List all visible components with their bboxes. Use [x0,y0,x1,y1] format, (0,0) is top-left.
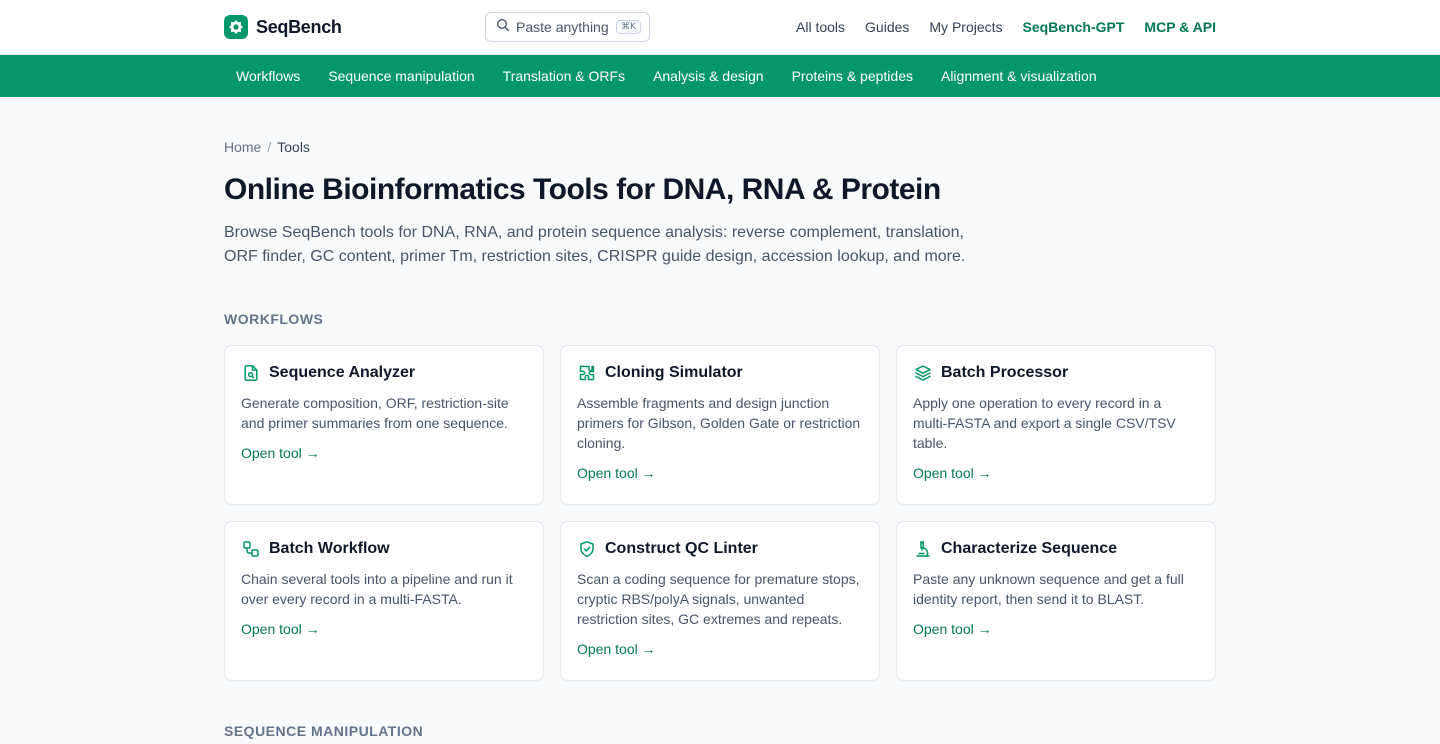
card-title: Batch Workflow [269,540,390,557]
card-title: Construct QC Linter [605,540,758,557]
tool-card-sequence-analyzer[interactable]: Sequence Analyzer Generate composition, … [224,345,544,505]
nav-seqbench-gpt[interactable]: SeqBench-GPT [1023,19,1125,35]
category-analysis-design[interactable]: Analysis & design [653,68,764,84]
file-search-icon [241,363,261,383]
top-nav: All tools Guides My Projects SeqBench-GP… [796,0,1216,54]
section-label-workflows: WORKFLOWS [224,311,324,327]
card-title: Cloning Simulator [605,364,743,381]
category-sequence-manipulation[interactable]: Sequence manipulation [328,68,474,84]
nav-all-tools[interactable]: All tools [796,19,845,35]
tool-card-cloning-simulator[interactable]: Cloning Simulator Assemble fragments and… [560,345,880,505]
brand-logo-link[interactable]: SeqBench [224,15,342,39]
brand-name: SeqBench [256,16,342,37]
nav-guides[interactable]: Guides [865,19,909,35]
workflow-card-grid: Sequence Analyzer Generate composition, … [224,345,1216,681]
top-header: SeqBench Paste anything ⌘K All tools Gui… [0,0,1440,55]
tool-card-characterize-sequence[interactable]: Characterize Sequence Paste any unknown … [896,521,1216,681]
puzzle-icon [577,363,597,383]
search-placeholder: Paste anything [516,19,609,35]
tool-card-batch-processor[interactable]: Batch Processor Apply one operation to e… [896,345,1216,505]
card-description: Scan a coding sequence for premature sto… [577,571,860,627]
category-proteins-peptides[interactable]: Proteins & peptides [792,68,913,84]
shield-check-icon [577,539,597,559]
microscope-icon [913,539,933,559]
open-tool-link[interactable]: Open tool → [913,465,992,481]
category-workflows[interactable]: Workflows [236,68,300,84]
open-tool-link[interactable]: Open tool → [913,621,992,637]
card-description: Generate composition, ORF, restriction-s… [241,395,509,431]
breadcrumb-separator: / [267,139,272,155]
category-nav: Workflows Sequence manipulation Translat… [0,55,1440,97]
nav-my-projects[interactable]: My Projects [929,19,1002,35]
workflow-icon [241,539,261,559]
layers-icon [913,363,933,383]
card-description: Assemble fragments and design junction p… [577,395,861,451]
category-alignment-visualization[interactable]: Alignment & visualization [941,68,1097,84]
open-tool-link[interactable]: Open tool → [241,621,320,637]
card-description: Chain several tools into a pipeline and … [241,571,513,607]
brand-logo-icon [224,15,248,39]
section-label-sequence-manipulation: SEQUENCE MANIPULATION [224,723,424,739]
card-description: Paste any unknown sequence and get a ful… [913,571,1184,607]
tool-card-construct-qc-linter[interactable]: Construct QC Linter Scan a coding sequen… [560,521,880,681]
card-title: Sequence Analyzer [269,364,416,381]
page-title: Online Bioinformatics Tools for DNA, RNA… [224,173,941,206]
breadcrumb: Home / Tools [224,139,310,155]
category-translation-orfs[interactable]: Translation & ORFs [503,68,625,84]
breadcrumb-home[interactable]: Home [224,139,261,155]
open-tool-link[interactable]: Open tool → [577,641,656,657]
card-title: Batch Processor [941,364,1069,381]
open-tool-link[interactable]: Open tool → [577,465,656,481]
open-tool-link[interactable]: Open tool → [241,445,320,461]
search-icon [496,18,510,37]
card-title: Characterize Sequence [941,540,1118,557]
page-intro: Browse SeqBench tools for DNA, RNA, and … [224,224,966,265]
card-description: Apply one operation to every record in a… [913,395,1176,451]
breadcrumb-current: Tools [277,139,310,155]
nav-mcp-api[interactable]: MCP & API [1144,19,1216,35]
search-box[interactable]: Paste anything ⌘K [485,12,650,42]
tool-card-batch-workflow[interactable]: Batch Workflow Chain several tools into … [224,521,544,681]
search-shortcut-badge: ⌘K [616,20,641,34]
